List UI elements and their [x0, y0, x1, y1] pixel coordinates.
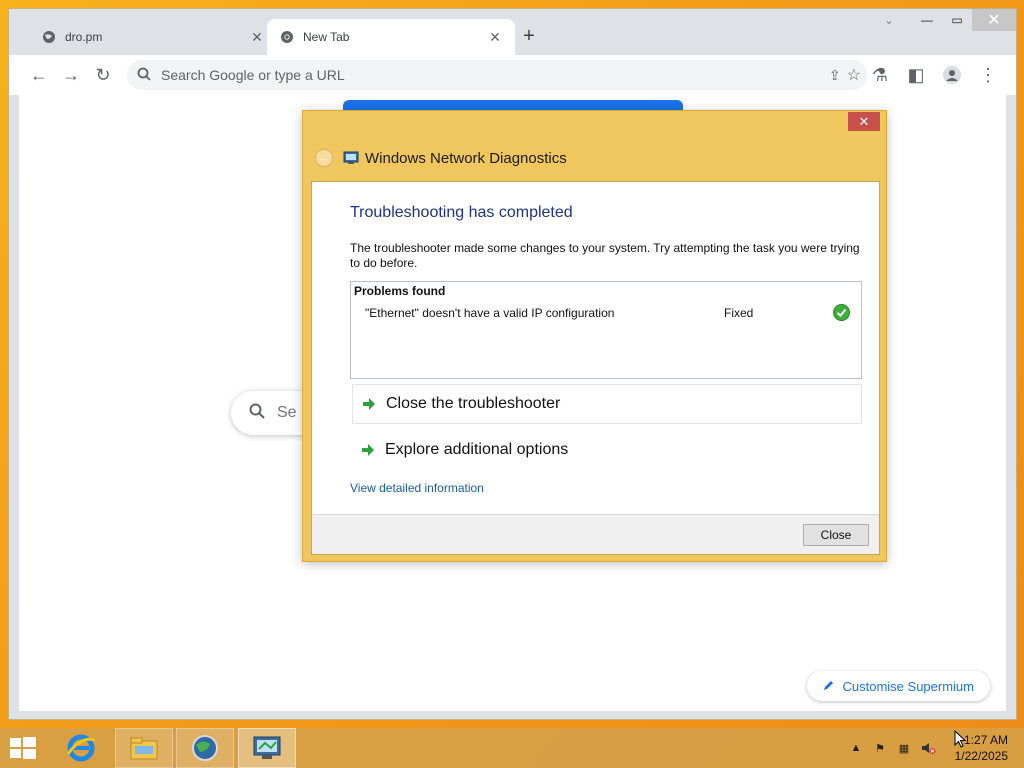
- dialog-title: Windows Network Diagnostics: [365, 149, 567, 167]
- omnibox[interactable]: Search Google or type a URL ⇪ ☆: [127, 60, 867, 90]
- tab-title: New Tab: [303, 30, 350, 44]
- internet-explorer-icon[interactable]: [52, 728, 110, 768]
- forward-icon[interactable]: →: [55, 59, 87, 91]
- result-heading: Troubleshooting has completed: [350, 204, 573, 221]
- taskbar: ▲ ⚑ ▦ 1:27 AM 1/22/2025: [0, 728, 1024, 768]
- dialog-header: ← Windows Network Diagnostics: [315, 149, 567, 167]
- green-arrow-icon: [360, 442, 376, 458]
- google-doodle-bar: [343, 100, 683, 110]
- tab-new-tab[interactable]: New Tab ✕: [267, 19, 515, 55]
- network-diagnostics-icon: [343, 151, 359, 165]
- reload-icon[interactable]: ↻: [87, 59, 119, 91]
- back-arrow-icon[interactable]: ←: [315, 149, 333, 167]
- dialog-close-x-button[interactable]: ✕: [848, 112, 880, 131]
- window-close-button[interactable]: ✕: [972, 9, 1016, 31]
- mouse-cursor-icon: [954, 729, 967, 748]
- bookmark-star-icon[interactable]: ☆: [847, 65, 861, 85]
- close-troubleshooter-label: Close the troubleshooter: [386, 395, 561, 412]
- pencil-icon: [823, 679, 835, 694]
- clock-date: 1/22/2025: [954, 749, 1008, 763]
- close-troubleshooter-option[interactable]: Close the troubleshooter: [352, 384, 862, 424]
- omnibox-placeholder: Search Google or type a URL: [161, 67, 345, 83]
- network-diagnostics-dialog: ✕ ← Windows Network Diagnostics Troubles…: [302, 110, 887, 562]
- chrome-icon: [279, 29, 295, 45]
- customise-label: Customise Supermium: [842, 678, 975, 694]
- tab-search-icon[interactable]: ⌄: [874, 9, 904, 31]
- window-controls: ⌄ — ▭ ✕: [874, 9, 1016, 37]
- tab-close-icon[interactable]: ✕: [487, 29, 503, 45]
- network-icon[interactable]: ▦: [896, 740, 912, 756]
- tab-dro-pm[interactable]: dro.pm ✕: [29, 19, 277, 55]
- google-search-placeholder: Se: [277, 404, 297, 421]
- dialog-footer: Close: [312, 514, 879, 554]
- side-panel-icon[interactable]: ◧: [900, 59, 932, 91]
- problem-row-text: "Ethernet" doesn't have a valid IP confi…: [365, 306, 615, 320]
- browser-toolbar: ← → ↻ Search Google or type a URL ⇪ ☆ ⚗ …: [9, 55, 1016, 95]
- tab-close-icon[interactable]: ✕: [249, 29, 265, 45]
- new-tab-button[interactable]: +: [517, 25, 541, 49]
- share-icon[interactable]: ⇪: [829, 67, 841, 84]
- check-icon: [833, 304, 850, 321]
- globe-icon: [41, 29, 57, 45]
- green-arrow-icon: [361, 396, 377, 412]
- search-icon: [137, 67, 151, 84]
- volume-muted-icon[interactable]: [920, 740, 936, 756]
- view-detailed-info-link[interactable]: View detailed information: [350, 481, 484, 495]
- search-icon: [249, 403, 265, 424]
- problems-found-list: Problems found "Ethernet" doesn't have a…: [350, 281, 862, 379]
- network-diagnostics-taskbar-icon[interactable]: [238, 728, 296, 768]
- profile-avatar-icon[interactable]: [936, 59, 968, 91]
- file-explorer-icon[interactable]: [115, 728, 173, 768]
- browser-globe-icon[interactable]: [176, 728, 234, 768]
- problem-status: Fixed: [724, 306, 754, 320]
- action-center-flag-icon[interactable]: ⚑: [872, 740, 888, 756]
- close-button[interactable]: Close: [803, 524, 869, 546]
- extensions-icon[interactable]: ⚗: [864, 59, 896, 91]
- tray-expand-icon[interactable]: ▲: [848, 740, 864, 756]
- maximize-button[interactable]: ▭: [942, 9, 972, 31]
- tab-strip: dro.pm ✕ New Tab ✕ + ⌄ — ▭ ✕: [9, 9, 1016, 55]
- windows-start-icon[interactable]: [8, 734, 38, 762]
- menu-kebab-icon[interactable]: ⋮: [972, 59, 1004, 91]
- explore-options-option[interactable]: Explore additional options: [352, 430, 862, 470]
- result-description: The troubleshooter made some changes to …: [350, 241, 860, 270]
- explore-options-label: Explore additional options: [385, 441, 569, 458]
- minimize-button[interactable]: —: [912, 9, 942, 31]
- tab-title: dro.pm: [65, 30, 103, 44]
- dialog-content: Troubleshooting has completed The troubl…: [311, 181, 880, 555]
- system-tray: ▲ ⚑ ▦: [848, 740, 936, 756]
- back-icon[interactable]: ←: [23, 59, 55, 91]
- problems-header: Problems found: [354, 284, 446, 298]
- customise-button[interactable]: Customise Supermium: [806, 671, 990, 701]
